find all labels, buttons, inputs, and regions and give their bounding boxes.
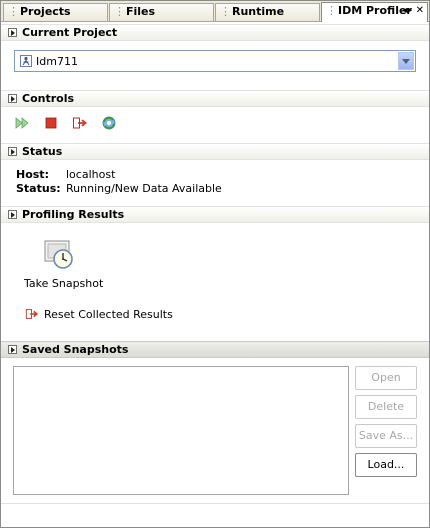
detach-icon[interactable] bbox=[72, 115, 88, 131]
section-profiling-results[interactable]: Profiling Results bbox=[1, 206, 429, 223]
tab-menu-icon[interactable]: ◂▸ bbox=[402, 5, 412, 16]
chevron-down-icon[interactable] bbox=[398, 52, 414, 70]
host-label: Host: bbox=[16, 168, 49, 181]
grip-icon: ⋮ bbox=[326, 4, 337, 17]
close-icon[interactable]: ✕ bbox=[416, 5, 424, 16]
section-current-project[interactable]: Current Project bbox=[1, 24, 429, 41]
tab-bar: ⋮ Projects ⋮ Files ⋮ Runtime ⋮ IDM Profiler … bbox=[1, 1, 429, 22]
project-icon bbox=[20, 55, 32, 67]
section-status[interactable]: Status bbox=[1, 143, 429, 160]
take-snapshot-link[interactable]: Take Snapshot bbox=[24, 277, 103, 290]
stop-icon[interactable] bbox=[43, 115, 59, 131]
snapshots-list[interactable] bbox=[13, 366, 349, 495]
host-value: localhost bbox=[66, 168, 116, 181]
save-as-button[interactable]: Save As... bbox=[355, 424, 417, 448]
reset-icon[interactable] bbox=[25, 307, 39, 321]
tab-idm-profiler[interactable]: ⋮ IDM Profiler ◂▸ ✕ bbox=[321, 2, 428, 22]
expand-icon[interactable] bbox=[8, 147, 17, 156]
reset-results-link[interactable]: Reset Collected Results bbox=[44, 308, 173, 321]
expand-icon[interactable] bbox=[8, 28, 17, 37]
status-value: Running/New Data Available bbox=[66, 182, 222, 195]
open-button[interactable]: Open bbox=[355, 366, 417, 390]
project-select[interactable]: Idm711 bbox=[14, 50, 416, 72]
delete-button[interactable]: Delete bbox=[355, 395, 417, 419]
divider bbox=[1, 503, 429, 504]
gc-icon[interactable] bbox=[101, 115, 117, 131]
resume-icon[interactable] bbox=[14, 115, 30, 131]
expand-icon[interactable] bbox=[8, 210, 17, 219]
expand-icon[interactable] bbox=[8, 94, 17, 103]
section-controls[interactable]: Controls bbox=[1, 90, 429, 107]
tab-files[interactable]: ⋮ Files bbox=[109, 3, 214, 21]
tab-projects[interactable]: ⋮ Projects bbox=[3, 3, 108, 21]
status-label: Status: bbox=[16, 182, 61, 195]
project-select-value: Idm711 bbox=[36, 55, 78, 68]
grip-icon: ⋮ bbox=[220, 5, 231, 18]
snapshot-icon[interactable] bbox=[42, 238, 76, 272]
grip-icon: ⋮ bbox=[114, 5, 125, 18]
section-saved-snapshots[interactable]: Saved Snapshots bbox=[1, 341, 429, 358]
grip-icon: ⋮ bbox=[8, 5, 19, 18]
load-button[interactable]: Load... bbox=[355, 453, 417, 477]
tab-runtime[interactable]: ⋮ Runtime bbox=[215, 3, 320, 21]
profiler-panel: ⋮ Projects ⋮ Files ⋮ Runtime ⋮ IDM Profiler … bbox=[0, 0, 430, 528]
expand-icon[interactable] bbox=[8, 345, 17, 354]
